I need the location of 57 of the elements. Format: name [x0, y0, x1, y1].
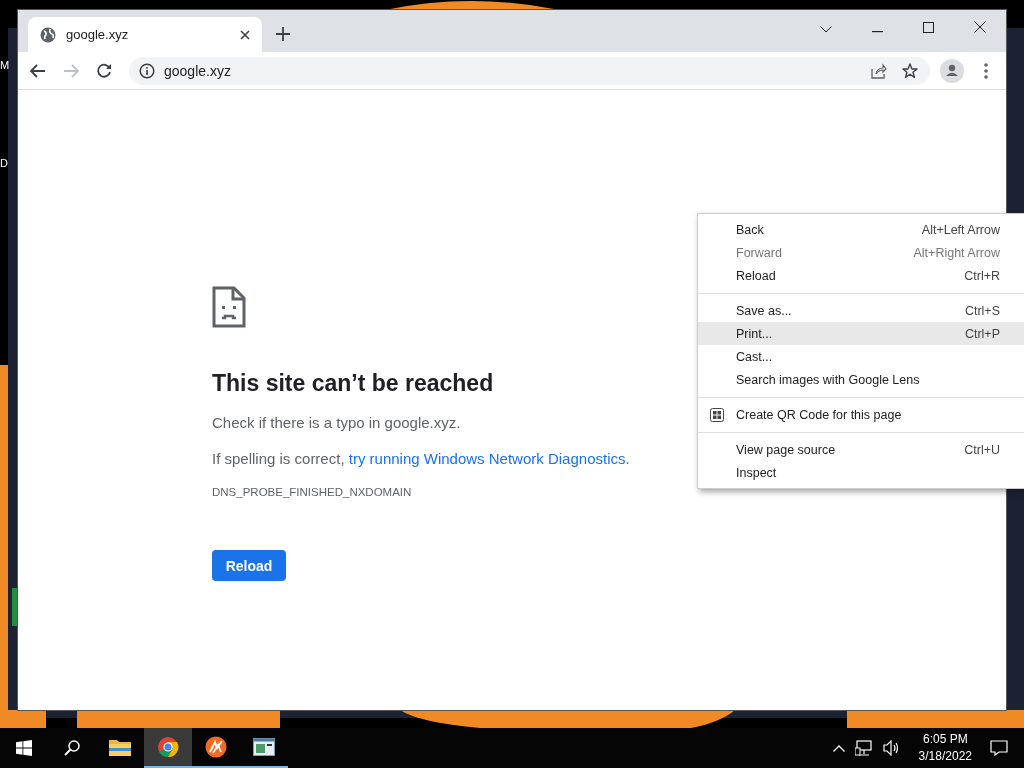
menu-item[interactable]: View page source Ctrl+U: [698, 438, 1024, 461]
shortcut-text: Ctrl+U: [964, 442, 1000, 457]
search-icon: [64, 740, 80, 756]
shortcut-text: Ctrl+P: [964, 326, 1000, 341]
info-icon[interactable]: [139, 62, 155, 79]
taskbar-app-button[interactable]: [144, 728, 192, 768]
shortcut-text: Ctrl+S: [964, 303, 1000, 318]
url-text: google.xyz: [164, 62, 231, 79]
error-heading: This site can’t be reached: [212, 370, 494, 397]
desktop-icon-label: D: [0, 157, 8, 169]
menu-item[interactable]: Back Alt+Left Arrow: [698, 218, 1024, 241]
windows-logo-icon: [16, 740, 32, 756]
chrome-logo-icon: [157, 736, 179, 758]
network-icon[interactable]: [854, 740, 873, 756]
browser-tab[interactable]: google.xyz: [28, 17, 262, 52]
menu-item[interactable]: Inspect: [698, 461, 1024, 484]
sad-document-icon: [212, 286, 246, 328]
folder-icon: [109, 737, 131, 759]
menu-item[interactable]: Save as... Ctrl+S: [698, 299, 1024, 322]
plus-icon[interactable]: [276, 27, 290, 41]
globe-icon: [40, 26, 56, 43]
shortcut-text: Ctrl+R: [964, 268, 1000, 283]
shortcut-text: Alt+Right Arrow: [913, 245, 1000, 260]
diagnostics-link[interactable]: try running Windows Network Diagnostics.: [348, 450, 630, 467]
chevron-up-icon[interactable]: [832, 744, 845, 752]
star-icon[interactable]: [902, 62, 918, 79]
close-icon[interactable]: [240, 29, 250, 40]
tab-title: google.xyz: [66, 27, 130, 42]
maximize-icon[interactable]: [923, 22, 934, 33]
back-arrow-icon[interactable]: [30, 63, 46, 78]
menu-icon[interactable]: [984, 62, 988, 79]
window-app-icon: [253, 736, 275, 758]
error-code: DNS_PROBE_FINISHED_NXDOMAIN: [212, 486, 412, 498]
share-icon[interactable]: [871, 62, 887, 79]
speaker-icon[interactable]: [882, 740, 901, 756]
chevron-down-icon[interactable]: [820, 26, 832, 33]
time-text: 6:05 PM: [922, 731, 968, 748]
menu-item[interactable]: Search images with Google Lens: [698, 368, 1024, 391]
address-bar[interactable]: google.xyz: [129, 56, 930, 85]
error-suggestion: If spelling is correct, try running Windows Network Diagnostics.: [212, 450, 630, 467]
reload-button[interactable]: Reload: [212, 550, 286, 581]
desktop-icon-label: M: [0, 59, 10, 71]
minimize-icon[interactable]: [872, 31, 883, 33]
close-icon[interactable]: [974, 21, 986, 33]
date-text: 3/18/2022: [918, 748, 972, 765]
reload-icon[interactable]: [96, 62, 112, 79]
avatar-icon[interactable]: [940, 58, 964, 83]
shortcut-text: Alt+Left Arrow: [921, 222, 1000, 237]
menu-item[interactable]: Reload Ctrl+R: [698, 264, 1024, 287]
error-hint: Check if there is a typo in google.xyz.: [212, 414, 461, 431]
menu-item[interactable]: Create QR Code for this page: [698, 403, 1024, 426]
qr-code-icon: [710, 407, 724, 422]
notification-icon[interactable]: [990, 740, 1008, 756]
menu-item[interactable]: Cast...: [698, 345, 1024, 368]
app-logo-icon: [205, 736, 227, 758]
menu-item[interactable]: Print... Ctrl+P: [698, 322, 1024, 345]
clock[interactable]: 6:05 PM 3/18/2022: [910, 731, 980, 765]
